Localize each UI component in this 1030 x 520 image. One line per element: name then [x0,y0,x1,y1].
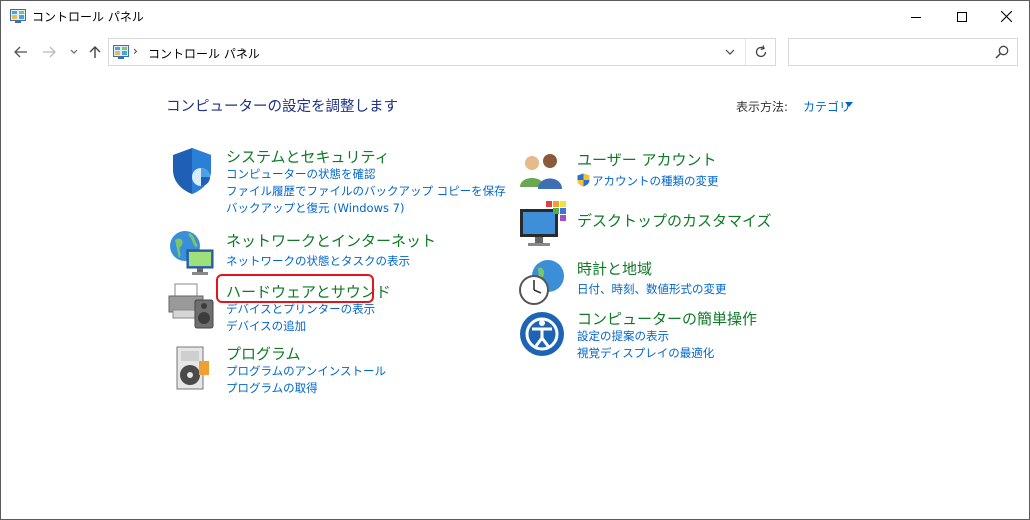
link-devices-printers[interactable]: デバイスとプリンターの表示 [226,301,375,317]
breadcrumb-separator[interactable]: › [242,44,247,58]
users-icon [520,154,562,189]
clock-globe-icon [519,260,564,305]
link-network-status[interactable]: ネットワークの状態とタスクの表示 [226,253,410,269]
forward-button[interactable] [39,41,59,63]
category-title[interactable]: システムとセキュリティ [226,146,390,167]
highlight-box [216,274,374,303]
uac-shield-icon [577,173,590,187]
close-button[interactable] [983,1,1029,32]
category-title[interactable]: 時計と地域 [577,258,652,279]
minimize-icon [911,16,921,18]
link-date-time-format[interactable]: 日付、時刻、数値形式の変更 [577,281,727,297]
search-input[interactable] [795,43,989,63]
page-heading: コンピューターの設定を調整します [166,99,398,115]
category-title[interactable]: プログラム [226,343,301,364]
chevron-down-icon [70,49,78,54]
address-history-dropdown[interactable] [718,39,742,65]
address-bar[interactable]: › コントロール パネル › [108,38,776,66]
category-title[interactable]: デスクトップのカスタマイズ [577,210,772,231]
minimize-button[interactable] [893,1,939,32]
refresh-icon [755,45,767,58]
link-backup-restore[interactable]: バックアップと復元 (Windows 7) [226,200,404,216]
control-panel-icon [10,9,26,23]
link-uninstall-program[interactable]: プログラムのアンインストール [226,363,386,379]
maximize-button[interactable] [939,1,985,32]
link-optimize-display[interactable]: 視覚ディスプレイの最適化 [577,345,714,361]
link-get-programs[interactable]: プログラムの取得 [226,380,318,396]
maximize-icon [957,11,967,22]
back-button[interactable] [11,41,31,63]
link-file-history-backup[interactable]: ファイル履歴でファイルのバックアップ コピーを保存 [226,183,506,199]
control-panel-icon [113,45,129,59]
window-title: コントロール パネル [32,10,144,24]
link-change-account-type[interactable]: アカウントの種類の変更 [592,173,719,189]
network-globe-icon [170,231,214,275]
view-by-label: 表示方法: [736,100,789,114]
monitor-palette-icon [520,201,566,246]
printer-speaker-icon [168,283,214,329]
back-arrow-icon [14,46,27,58]
link-suggested-settings[interactable]: 設定の提案の表示 [577,328,669,344]
link-add-device[interactable]: デバイスの追加 [226,318,306,334]
title-bar[interactable]: コントロール パネル [1,1,1029,32]
search-icon [995,45,1009,59]
caret-down-icon[interactable] [845,102,853,107]
category-title[interactable]: ネットワークとインターネット [226,230,436,251]
category-title[interactable]: ユーザー アカウント [577,149,716,170]
link-check-status[interactable]: コンピューターの状態を確認 [226,166,376,182]
recent-locations-button[interactable] [67,41,81,63]
view-by-dropdown[interactable]: カテゴリ [803,98,851,115]
refresh-button[interactable] [745,39,776,65]
programs-disk-icon [176,346,209,390]
control-panel-window: コントロール パネル › コントロール パネル › コンピューターの設定を調整し… [0,0,1030,520]
ease-of-access-icon [520,312,564,356]
shield-icon [173,148,211,194]
breadcrumb-separator[interactable]: › [133,44,138,58]
forward-arrow-icon [43,46,56,58]
chevron-down-icon [725,49,735,55]
up-button[interactable] [85,41,105,63]
close-icon [1000,11,1012,22]
category-title[interactable]: コンピューターの簡単操作 [577,308,757,329]
search-box[interactable] [788,38,1018,66]
up-arrow-icon [89,46,101,58]
